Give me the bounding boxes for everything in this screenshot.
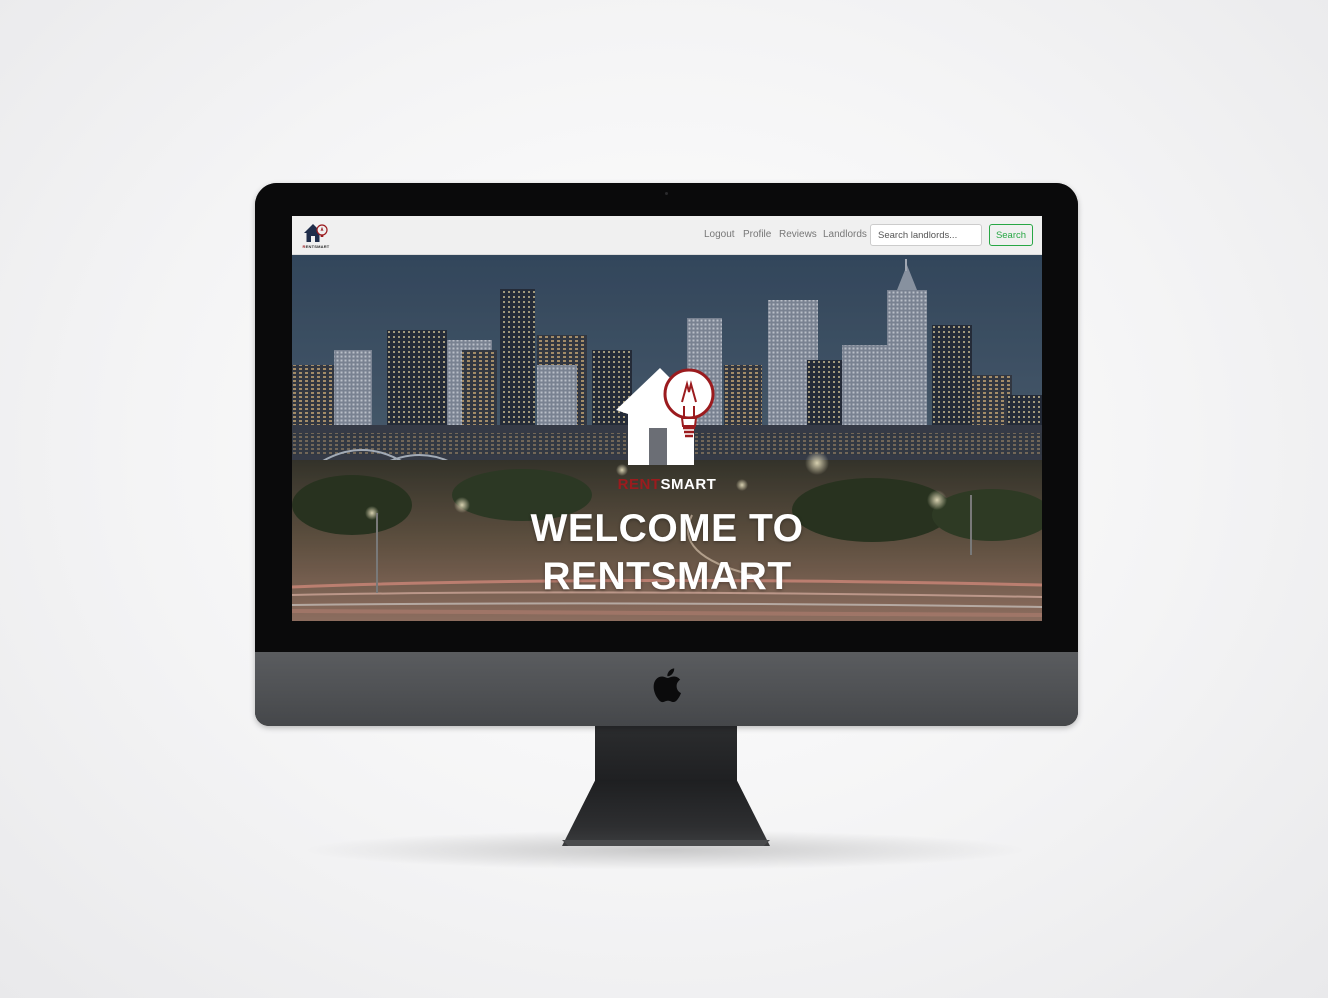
house-lightbulb-logo-icon [616,368,715,465]
navbar: RENTSMART Logout Profile Reviews Landlor… [292,216,1042,255]
hero-title: WELCOME TO RENTSMART [530,507,804,598]
nav-link-reviews[interactable]: Reviews [779,229,817,240]
search-landlords-input[interactable] [870,224,982,246]
brand-smart: SMART [660,476,717,493]
imac-stand-neck [595,726,737,786]
nav-logo-text: RENTSMART [302,244,330,249]
nav-link-landlords[interactable]: Landlords [823,229,867,240]
hero-section: RENTSMART WELCOME TO RENTSMART [292,255,1042,621]
camera-icon [665,192,668,195]
hero-brand-text: RENTSMART [592,476,742,493]
house-lightbulb-logo-icon [304,224,328,242]
nav-link-profile[interactable]: Profile [743,229,771,240]
nav-logo[interactable]: RENTSMART [302,221,330,251]
brand-rent: RENT [617,476,661,493]
apple-logo-icon [653,668,681,703]
imac-stand-foot [562,780,770,846]
screen: RENTSMART Logout Profile Reviews Landlor… [292,216,1042,621]
imac-stand-edge [562,840,770,846]
search-button[interactable]: Search [989,224,1033,246]
nav-link-logout[interactable]: Logout [704,229,735,240]
